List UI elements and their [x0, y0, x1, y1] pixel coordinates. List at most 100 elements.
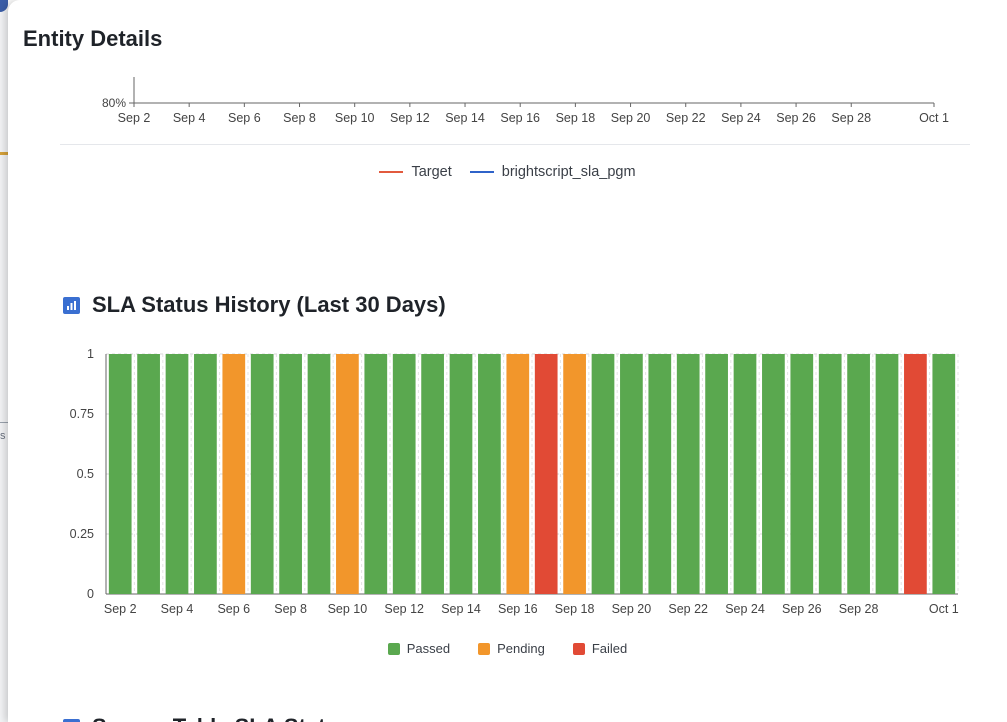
bar-y-tick-label: 0.75 — [70, 407, 94, 421]
bar-x-tick-label: Sep 2 — [104, 602, 137, 616]
bar-passed[interactable] — [392, 354, 416, 594]
sla-compliance-chart: 80% Sep 2 Sep 4 Sep 6 Sep 8 Sep 10 Sep 12 Sep 1… — [8, 70, 1007, 150]
bar-pending[interactable] — [222, 354, 246, 594]
bar-x-tick-label: Sep 22 — [668, 602, 708, 616]
bar-x-tick-label: Sep 10 — [328, 602, 368, 616]
bar-passed[interactable] — [591, 354, 615, 594]
background-text-edge: s — [0, 430, 6, 442]
bar-y-tick-label: 0.5 — [77, 467, 94, 481]
legend-label-failed: Failed — [591, 641, 628, 656]
background-accent-edge — [0, 152, 8, 155]
legend-swatch-series — [469, 171, 494, 173]
bar-x-tick-label: Sep 14 — [441, 602, 481, 616]
compliance-x-tick-label: Sep 24 — [721, 111, 761, 125]
bar-x-tick-label: Sep 4 — [161, 602, 194, 616]
compliance-x-tick-label: Sep 22 — [666, 111, 706, 125]
bar-chart-icon — [63, 296, 80, 314]
legend-item-target[interactable]: Target — [379, 164, 452, 180]
compliance-x-tick-label: Sep 2 — [118, 111, 151, 125]
compliance-x-tick-label: Sep 18 — [556, 111, 596, 125]
bar-passed[interactable] — [194, 354, 217, 594]
legend-swatch-failed — [572, 642, 585, 655]
legend-swatch-target — [379, 171, 404, 173]
bar-passed[interactable] — [875, 354, 899, 594]
bar-passed[interactable] — [932, 354, 956, 594]
bar-failed[interactable] — [534, 354, 558, 594]
chart-divider — [60, 144, 970, 145]
source-table-sla-header: Source Table SLA Status — [63, 714, 351, 722]
compliance-x-tick-label: Sep 16 — [500, 111, 540, 125]
compliance-x-tick-label: Sep 10 — [335, 111, 375, 125]
bar-x-tick-label: Sep 24 — [725, 602, 765, 616]
sla-history-title: SLA Status History (Last 30 Days) — [92, 292, 446, 317]
legend-swatch-passed — [387, 642, 400, 655]
status-legend: Passed Pending Failed — [8, 641, 1007, 656]
legend-item-failed[interactable]: Failed — [572, 641, 628, 656]
legend-item-pending[interactable]: Pending — [478, 641, 545, 656]
bar-y-tick-label: 0 — [87, 587, 94, 601]
bar-y-tick-label: 1 — [87, 347, 94, 361]
compliance-x-tick-label: Sep 4 — [173, 111, 206, 125]
bar-passed[interactable] — [421, 354, 444, 594]
page-title: Entity Details — [23, 26, 163, 51]
compliance-x-tick-label: Sep 12 — [390, 111, 430, 125]
legend-label-pending: Pending — [497, 641, 545, 656]
bar-x-tick-label: Sep 6 — [217, 602, 250, 616]
compliance-legend: Target brightscript_sla_pgm — [8, 164, 1007, 180]
bar-passed[interactable] — [137, 354, 160, 594]
compliance-x-tick-label: Sep 6 — [228, 111, 261, 125]
legend-item-passed[interactable]: Passed — [387, 641, 451, 656]
compliance-x-tick-label: Oct 1 — [919, 111, 949, 125]
bar-passed[interactable] — [790, 354, 814, 594]
bar-x-tick-label: Sep 8 — [274, 602, 307, 616]
bar-passed[interactable] — [478, 354, 501, 594]
bar-passed[interactable] — [676, 354, 700, 594]
bar-x-tick-label: Sep 28 — [839, 602, 879, 616]
legend-item-series[interactable]: brightscript_sla_pgm — [469, 164, 636, 180]
compliance-x-tick-label: Sep 26 — [776, 111, 816, 125]
bar-pending[interactable] — [563, 354, 586, 594]
bar-passed[interactable] — [733, 354, 757, 594]
sla-history-header: SLA Status History (Last 30 Days) — [63, 292, 446, 318]
legend-label-target: Target — [411, 164, 452, 180]
bar-passed[interactable] — [250, 354, 274, 594]
bar-passed[interactable] — [364, 354, 388, 594]
entity-details-panel: Entity Details 80% Sep 2 Sep 4 Sep 6 Sep 8 Se… — [8, 0, 1007, 722]
bar-passed[interactable] — [307, 354, 331, 594]
bar-y-tick-label: 0.25 — [70, 527, 94, 541]
source-table-sla-title: Source Table SLA Status — [92, 714, 351, 722]
compliance-x-tick-label: Sep 8 — [283, 111, 316, 125]
bar-passed[interactable] — [620, 354, 643, 594]
compliance-x-tick-label: Sep 14 — [445, 111, 485, 125]
sla-compliance-chart-svg: 80%Sep 2 Sep 4 Sep 6 Sep 8 Sep 10 Sep 12 Sep 1… — [102, 77, 949, 125]
legend-label-series: brightscript_sla_pgm — [501, 164, 636, 180]
compliance-y-tick-label: 80% — [102, 96, 126, 110]
bar-passed[interactable] — [818, 354, 842, 594]
bar-passed[interactable] — [847, 354, 870, 594]
bar-passed[interactable] — [279, 354, 302, 594]
background-app: s — [0, 0, 8, 722]
background-header-edge — [0, 0, 8, 12]
bar-chart-icon — [63, 718, 80, 722]
bar-x-tick-label: Sep 12 — [384, 602, 424, 616]
bar-passed[interactable] — [108, 354, 132, 594]
bar-pending[interactable] — [506, 354, 530, 594]
bar-x-tick-label: Oct 1 — [929, 602, 959, 616]
legend-swatch-pending — [478, 642, 491, 655]
sla-status-history-svg: 0 0.25 0.5 0.75 1 Sep 2 Sep 4 Sep 6 Sep 8 Sep 10 S… — [70, 347, 959, 616]
bar-passed[interactable] — [648, 354, 672, 594]
background-divider-edge — [0, 422, 8, 423]
bar-passed[interactable] — [705, 354, 728, 594]
sla-status-history-chart: 0 0.25 0.5 0.75 1 Sep 2 Sep 4 Sep 6 Sep 8 Sep 10 S… — [8, 340, 1007, 670]
bar-pending[interactable] — [336, 354, 359, 594]
bar-passed[interactable] — [762, 354, 785, 594]
compliance-x-tick-label: Sep 20 — [611, 111, 651, 125]
bar-passed[interactable] — [165, 354, 189, 594]
bar-x-tick-label: Sep 16 — [498, 602, 538, 616]
bar-x-tick-label: Sep 26 — [782, 602, 822, 616]
bar-failed[interactable] — [904, 354, 927, 594]
legend-label-passed: Passed — [406, 641, 451, 656]
bar-x-tick-label: Sep 18 — [555, 602, 595, 616]
bar-x-tick-label: Sep 20 — [612, 602, 652, 616]
bar-passed[interactable] — [449, 354, 473, 594]
